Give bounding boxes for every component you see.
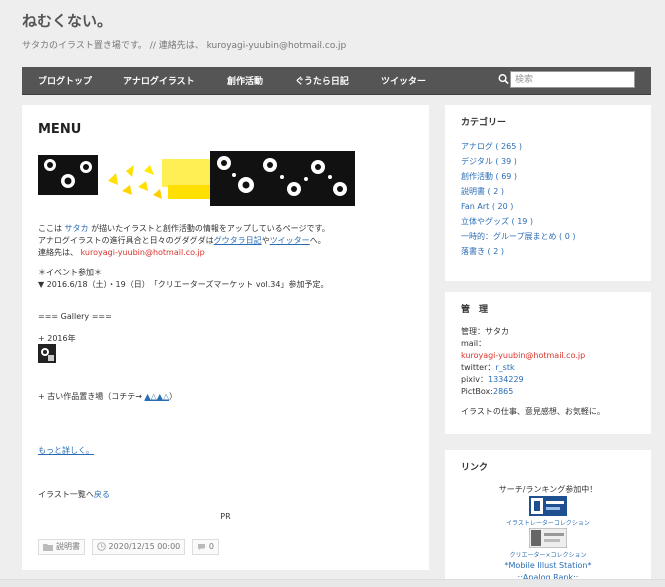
admin-note: イラストの仕事、意見感想、お気軽に。 xyxy=(461,407,605,416)
comment-count[interactable]: 0 xyxy=(191,539,219,555)
category-item[interactable]: 説明書 ( 2 ) xyxy=(461,184,635,199)
banner-illustration xyxy=(38,151,355,206)
old-works: + 古い作品置き場（コチテ→ ▲△▲△） xyxy=(38,392,178,401)
comment-icon xyxy=(197,544,205,550)
intro-paragraph: ここは サタカ が描いたイラストと創作活動の情報をアップしているページです。 ア… xyxy=(38,224,330,257)
more-section: もっと詳しく。 xyxy=(38,445,413,457)
event-line: ▼ 2016.6/18（土）・19（日） 「クリエーターズマーケット vol.3… xyxy=(38,280,329,289)
creator-collection-badge[interactable] xyxy=(529,528,567,548)
twitter-link[interactable]: ツイッター xyxy=(270,236,310,245)
search-input[interactable] xyxy=(510,71,635,88)
pixiv-link[interactable]: 1334229 xyxy=(488,375,524,384)
back-link[interactable]: 戻る xyxy=(94,490,110,499)
gallery-thumbnail[interactable] xyxy=(38,344,56,363)
old-works-link[interactable]: ▲△▲△ xyxy=(145,392,170,401)
category-item[interactable]: デジタル ( 39 ) xyxy=(461,154,635,169)
category-item[interactable]: 落書き ( 2 ) xyxy=(461,244,635,259)
nav-item-blog-top[interactable]: ブログトップ xyxy=(38,74,92,87)
admin-name: 管理：サタカ xyxy=(461,327,509,336)
post-date: 2020/12/15 00:00 xyxy=(91,539,186,555)
admin-pictbox: PictBox:2865 xyxy=(461,387,514,396)
search-icon[interactable] xyxy=(498,73,509,85)
nav-item-diary[interactable]: ぐうたら日記 xyxy=(295,74,349,87)
gallery-heading: === Gallery === xyxy=(38,312,112,321)
badge2-label[interactable]: クリエーター×コレクション xyxy=(461,552,635,560)
admin-twitter: twitter：r_stk xyxy=(461,363,515,372)
list-back: イラスト一覧へ戻る xyxy=(38,490,110,499)
more-link[interactable]: もっと詳しく。 xyxy=(38,446,94,455)
station-link[interactable]: *Mobile Illust Station* xyxy=(461,560,635,572)
categories-title: カテゴリー xyxy=(461,118,507,128)
category-item[interactable]: アナログ ( 265 ) xyxy=(461,139,635,154)
diary-link[interactable]: グウタラ日記 xyxy=(214,236,262,245)
main-post: MENU ここは サタカ が描いたイラストと創作活動の情報をアップしているページ… xyxy=(22,105,429,570)
category-item[interactable]: Fan Art ( 20 ) xyxy=(461,199,635,214)
twitter-id-link[interactable]: r_stk xyxy=(495,363,514,372)
event-heading: ＊イベント参加＊ xyxy=(38,268,102,277)
nav-item-twitter[interactable]: ツイッター xyxy=(381,74,426,87)
pr-label: PR xyxy=(220,512,231,521)
pictbox-link[interactable]: 2865 xyxy=(493,387,513,396)
category-item[interactable]: 創作活動 ( 69 ) xyxy=(461,169,635,184)
folder-icon xyxy=(43,544,53,551)
admin-pixiv: pixiv：1334229 xyxy=(461,375,524,384)
admin-widget: 管 理 管理：サタカ mail： kuroyagi-yuubin@hotmail… xyxy=(445,292,651,434)
event-section: ＊イベント参加＊ ▼ 2016.6/18（土）・19（日） 「クリエーターズマー… xyxy=(38,267,413,291)
nav-item-analog-illust[interactable]: アナログイラスト xyxy=(123,74,195,87)
category-tag[interactable]: 説明書 xyxy=(38,539,85,555)
site-title[interactable]: ねむくない。 xyxy=(22,10,112,31)
illustrator-collection-badge[interactable] xyxy=(529,496,567,516)
admin-mail[interactable]: kuroyagi-yuubin@hotmail.co.jp xyxy=(461,350,635,362)
links-title: リンク xyxy=(461,463,489,473)
post-meta: 説明書 2020/12/15 00:00 0 xyxy=(38,539,223,555)
clock-icon xyxy=(96,542,106,551)
nav-item-creative[interactable]: 創作活動 xyxy=(227,74,263,87)
categories-widget: カテゴリー アナログ ( 265 ) デジタル ( 39 ) 創作活動 ( 69… xyxy=(445,105,651,281)
admin-title: 管 理 xyxy=(461,305,489,315)
admin-mail-label: mail： xyxy=(461,339,487,348)
contact-email[interactable]: kuroyagi-yuubin@hotmail.co.jp xyxy=(81,248,205,257)
badge1-label[interactable]: イラストレーターコレクション xyxy=(461,520,635,528)
main-nav: ブログトップ アナログイラスト 創作活動 ぐうたら日記 ツイッター xyxy=(22,67,651,95)
category-item[interactable]: 一時的：グループ展まとめ ( 0 ) xyxy=(461,229,635,244)
post-title[interactable]: MENU xyxy=(38,121,413,139)
author-link[interactable]: サタカ xyxy=(65,224,89,233)
year-2016: + 2016年 xyxy=(38,334,76,343)
ranking-heading: サーチ/ランキング参加中！ xyxy=(498,485,598,494)
site-description: サタカのイラスト置き場です。 // 連絡先は、 kuroyagi-yuubin@… xyxy=(22,41,347,51)
category-item[interactable]: 立体やグッズ ( 19 ) xyxy=(461,214,635,229)
links-widget: リンク サーチ/ランキング参加中！ イラストレーターコレクション クリエーター×… xyxy=(445,450,651,582)
